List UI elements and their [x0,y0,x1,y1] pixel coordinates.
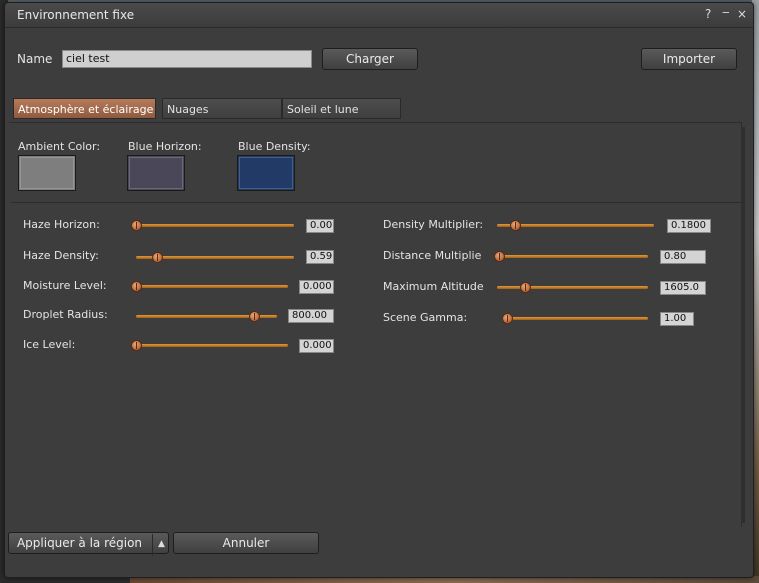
density-multiplier-slider[interactable] [497,220,654,231]
name-label: Name [17,52,53,66]
maximum-altitude-label: Maximum Altitude [383,280,484,293]
density-multiplier-thumb[interactable] [509,220,521,231]
density-multiplier-label: Density Multiplier: [383,218,484,231]
moisture-level-thumb[interactable] [131,281,142,292]
ice-level-value[interactable]: 0.000 [299,339,334,353]
haze-density-thumb[interactable] [151,252,163,263]
tab-panel [9,122,742,527]
haze-horizon-slider[interactable] [131,220,294,231]
droplet-radius-slider[interactable] [136,311,277,322]
droplet-radius-thumb[interactable] [248,311,260,322]
import-button[interactable]: Importer [641,48,737,70]
window-title: Environnement fixe [17,8,135,22]
scene-gamma-value[interactable]: 1.00 [660,312,694,326]
scene-gamma-slider[interactable] [502,313,648,324]
tab-sun-moon[interactable]: Soleil et lune [282,98,401,119]
maximum-altitude-value[interactable]: 1605.0 [660,281,706,295]
load-button[interactable]: Charger [322,48,418,70]
haze-horizon-value[interactable]: 0.00 [306,219,334,233]
maximum-altitude-thumb[interactable] [519,282,531,293]
haze-horizon-label: Haze Horizon: [23,218,100,231]
ice-level-label: Ice Level: [23,338,76,351]
ambient-color-label: Ambient Color: [18,140,101,153]
distance-multiplier-slider[interactable] [494,251,648,262]
ice-level-slider[interactable] [131,340,288,351]
cancel-button[interactable]: Annuler [173,532,319,554]
blue-density-swatch[interactable] [237,155,295,191]
ice-level-thumb[interactable] [131,340,142,351]
ambient-color-swatch[interactable] [18,155,76,191]
title-bar[interactable]: Environnement fixe ? ‒ × [5,3,753,28]
scene-gamma-label: Scene Gamma: [383,311,468,324]
blue-horizon-swatch[interactable] [127,155,185,191]
droplet-radius-value[interactable]: 800.00 [288,309,334,323]
distance-multiplier-thumb[interactable] [494,251,505,262]
haze-density-value[interactable]: 0.59 [306,250,334,264]
apply-dropdown-icon[interactable]: ▲ [152,534,170,556]
scene-gamma-thumb[interactable] [502,313,513,324]
tab-bar: Atmosphère et éclairage Nuages Soleil et… [13,98,401,119]
blue-density-label: Blue Density: [238,140,311,153]
panel-scrollbar[interactable] [741,127,745,523]
haze-density-slider[interactable] [136,252,294,263]
name-input[interactable]: ciel test [62,50,312,68]
maximum-altitude-slider[interactable] [497,282,648,293]
close-icon[interactable]: × [737,7,747,21]
minimize-icon[interactable]: ‒ [722,5,730,19]
tab-clouds[interactable]: Nuages [162,98,282,119]
apply-region-button[interactable]: Appliquer à la région [8,532,169,554]
blue-horizon-label: Blue Horizon: [128,140,202,153]
moisture-level-label: Moisture Level: [23,279,107,292]
haze-horizon-thumb[interactable] [131,220,142,231]
help-icon[interactable]: ? [705,7,711,21]
distance-multiplier-value[interactable]: 0.80 [660,250,706,264]
panel-divider [11,202,745,203]
haze-density-label: Haze Density: [23,249,99,262]
moisture-level-slider[interactable] [131,281,288,292]
tab-atmosphere[interactable]: Atmosphère et éclairage [13,98,156,119]
distance-multiplier-label: Distance Multiplie [383,249,482,262]
droplet-radius-label: Droplet Radius: [23,308,108,321]
environment-floater: Environnement fixe ? ‒ × Name ciel test … [4,2,754,578]
density-multiplier-value[interactable]: 0.1800 [667,219,711,233]
moisture-level-value[interactable]: 0.000 [299,280,334,294]
